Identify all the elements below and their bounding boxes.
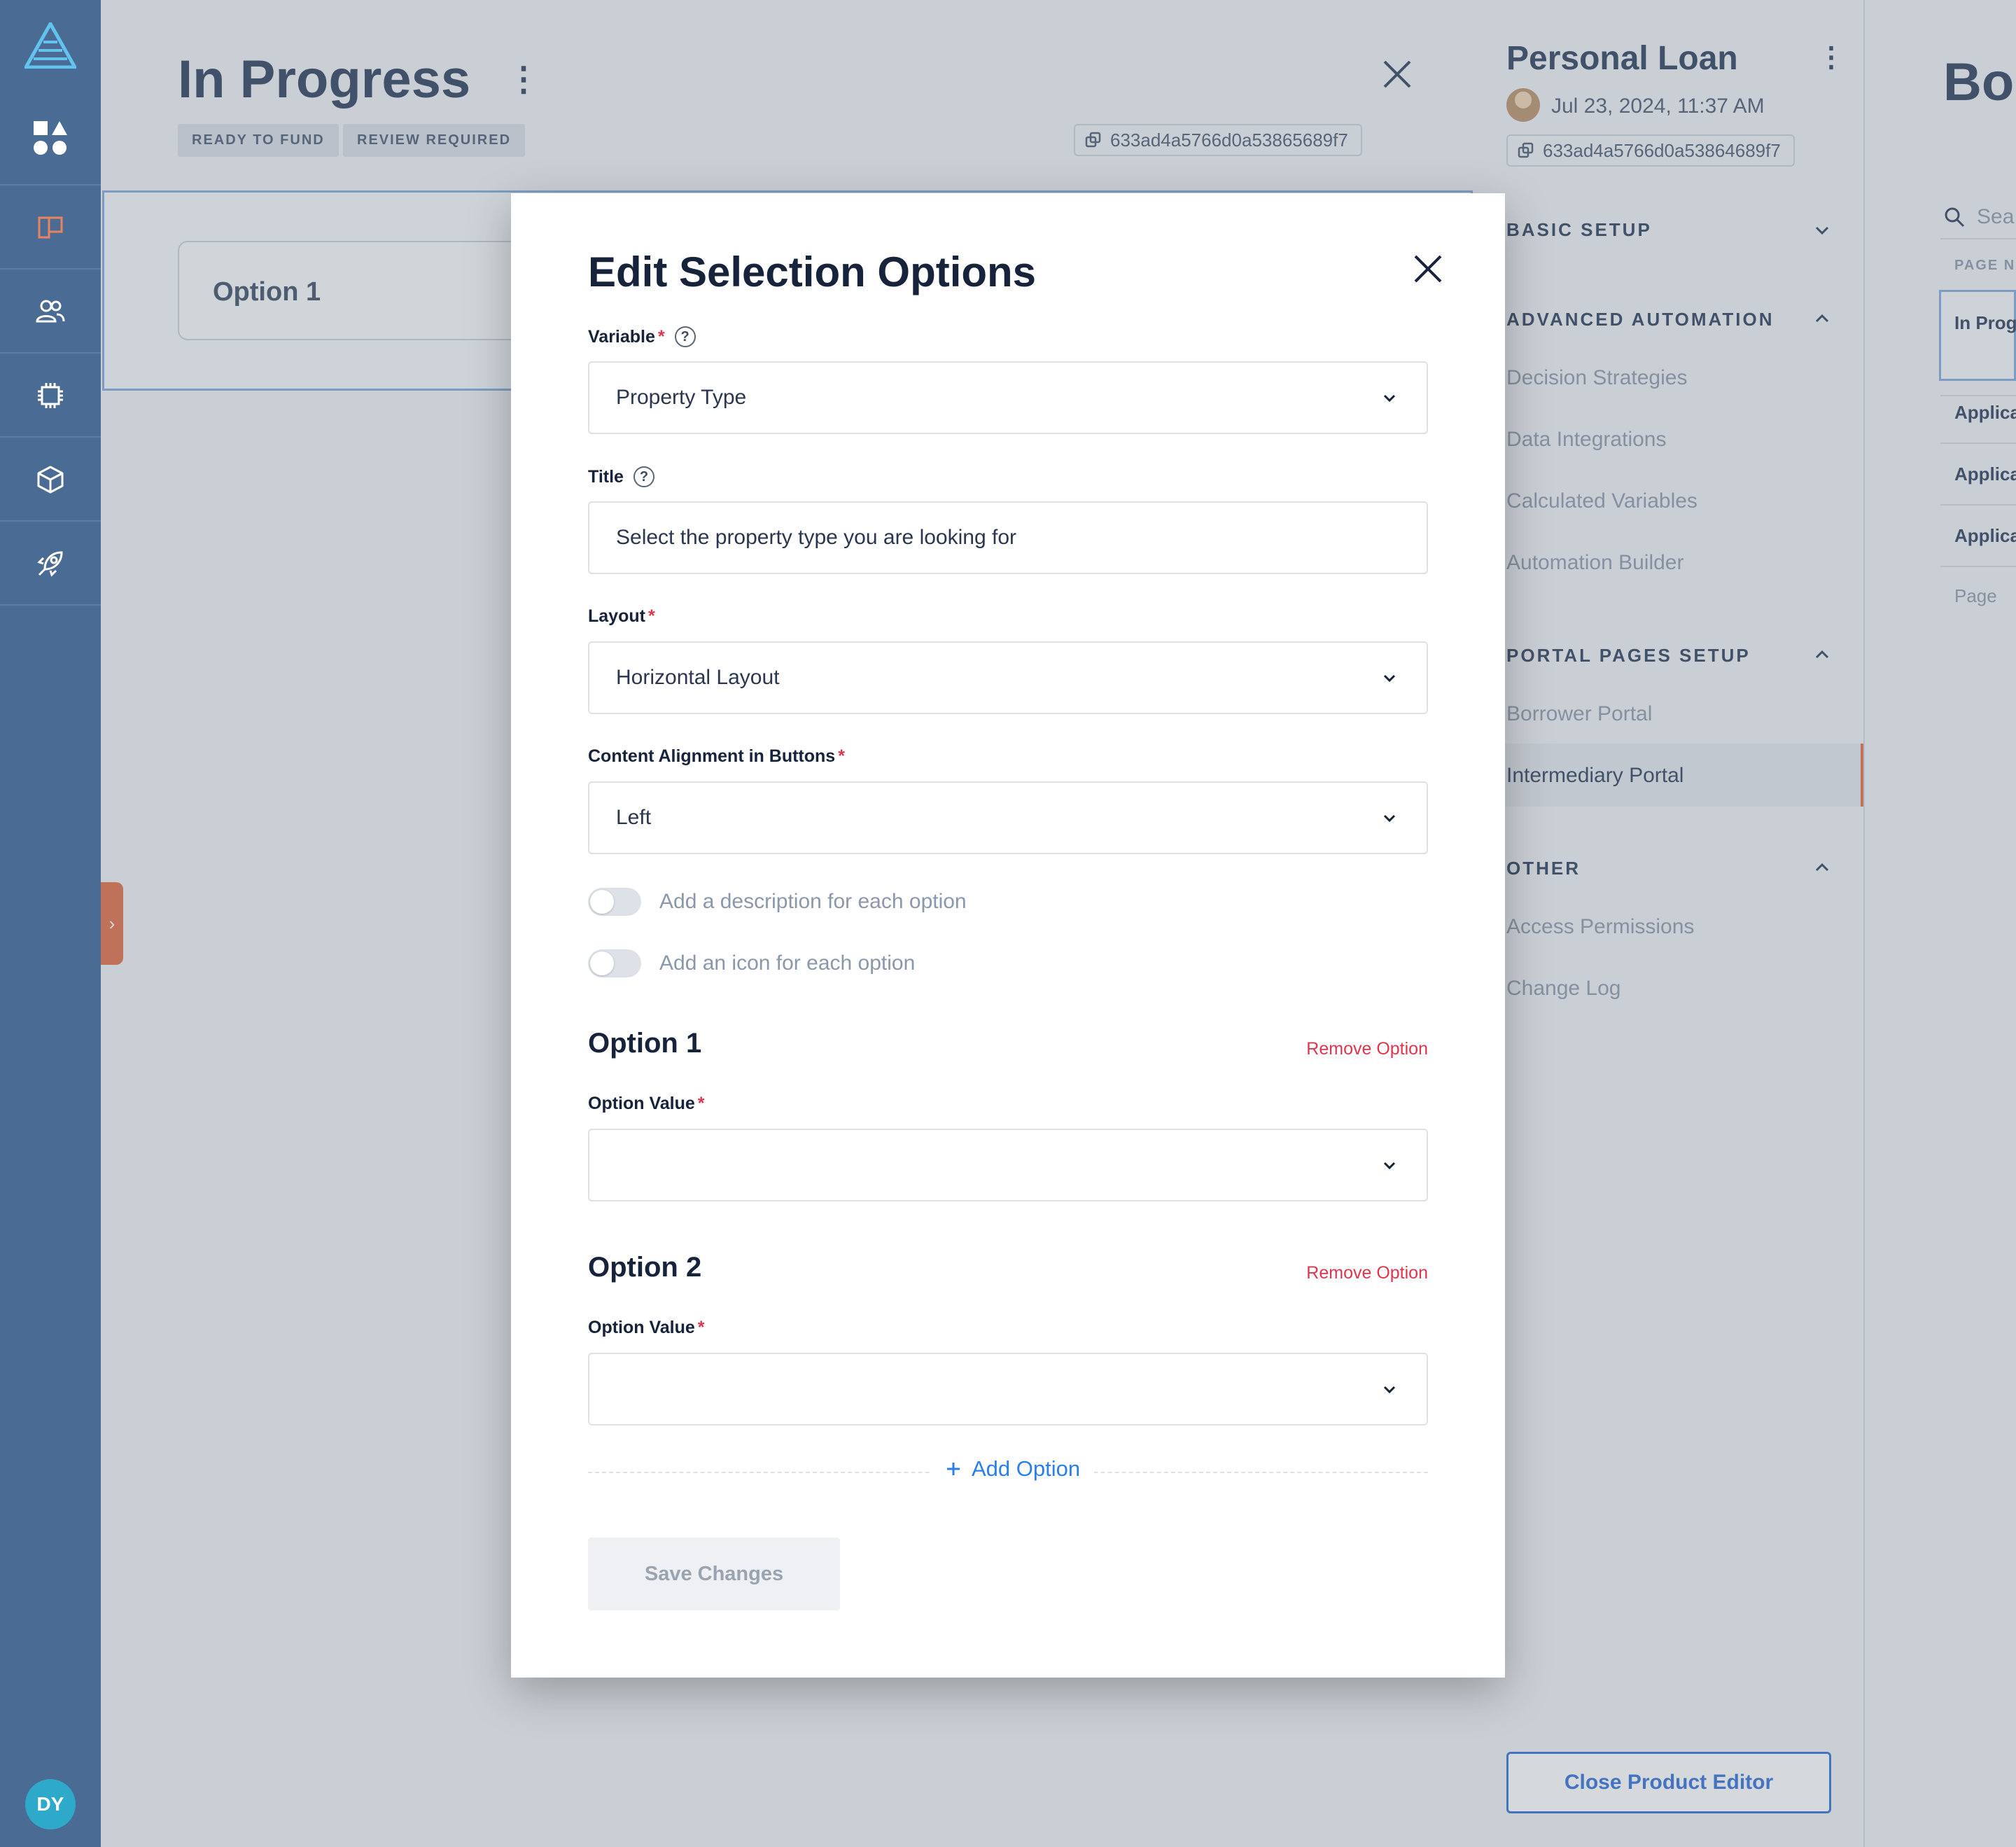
option-2-value-label: Option Value * bbox=[588, 1318, 705, 1337]
help-icon[interactable]: ? bbox=[633, 466, 654, 487]
shapes-icon bbox=[34, 120, 67, 155]
chip-icon bbox=[38, 383, 63, 408]
users-icon bbox=[36, 300, 65, 323]
add-option-button[interactable]: Add Option bbox=[931, 1456, 1095, 1482]
plus-icon bbox=[947, 1463, 960, 1475]
required-marker: * bbox=[657, 326, 665, 347]
alignment-select[interactable]: Left bbox=[588, 781, 1428, 854]
nav-rail: DY bbox=[0, 0, 101, 1847]
title-label: Title ? bbox=[588, 466, 654, 487]
option-2-value-select[interactable] bbox=[588, 1353, 1428, 1426]
description-toggle-row: Add a description for each option bbox=[588, 888, 967, 916]
chevron-down-icon bbox=[1383, 1162, 1396, 1170]
icon-toggle[interactable] bbox=[588, 949, 641, 977]
alignment-label: Content Alignment in Buttons * bbox=[588, 746, 845, 766]
required-marker: * bbox=[838, 746, 845, 766]
variable-select[interactable]: Property Type bbox=[588, 361, 1428, 434]
chevron-down-icon bbox=[1383, 814, 1396, 823]
remove-option-1-button[interactable]: Remove Option bbox=[1295, 1039, 1428, 1059]
nav-item-processing[interactable] bbox=[0, 355, 101, 438]
title-input[interactable]: Select the property type you are looking… bbox=[588, 501, 1428, 574]
required-marker: * bbox=[648, 606, 655, 626]
brand-logo[interactable] bbox=[0, 0, 101, 91]
required-marker: * bbox=[697, 1318, 705, 1337]
option-1-value-label: Option Value * bbox=[588, 1094, 705, 1113]
nav-item-launch[interactable] bbox=[0, 523, 101, 606]
remove-option-2-button[interactable]: Remove Option bbox=[1295, 1263, 1428, 1283]
rocket-icon bbox=[37, 551, 63, 577]
nav-item-products[interactable] bbox=[0, 187, 101, 270]
close-icon[interactable] bbox=[1411, 252, 1445, 286]
logo-icon bbox=[24, 22, 76, 69]
description-toggle[interactable] bbox=[588, 888, 641, 916]
option-1-value-select[interactable] bbox=[588, 1129, 1428, 1201]
user-avatar[interactable]: DY bbox=[25, 1779, 76, 1829]
chevron-down-icon bbox=[1383, 674, 1396, 683]
edit-selection-options-modal: Edit Selection Options Variable * ? Prope… bbox=[511, 193, 1505, 1678]
modal-title: Edit Selection Options bbox=[588, 249, 1037, 295]
apps-button[interactable] bbox=[0, 91, 101, 186]
save-changes-button[interactable]: Save Changes bbox=[588, 1538, 840, 1610]
variable-label: Variable * ? bbox=[588, 326, 696, 347]
option-1-heading: Option 1 bbox=[588, 1028, 702, 1059]
nav-item-integrations[interactable] bbox=[0, 439, 101, 522]
option-2-heading: Option 2 bbox=[588, 1252, 702, 1283]
layout-label: Layout * bbox=[588, 606, 655, 626]
help-icon[interactable]: ? bbox=[674, 326, 696, 347]
chevron-down-icon bbox=[1383, 1386, 1396, 1394]
required-marker: * bbox=[697, 1094, 705, 1113]
cube-icon bbox=[37, 466, 64, 494]
book-icon bbox=[38, 216, 63, 239]
layout-select[interactable]: Horizontal Layout bbox=[588, 641, 1428, 714]
nav-item-users[interactable] bbox=[0, 271, 101, 354]
icon-toggle-row: Add an icon for each option bbox=[588, 949, 915, 977]
chevron-down-icon bbox=[1383, 394, 1396, 403]
